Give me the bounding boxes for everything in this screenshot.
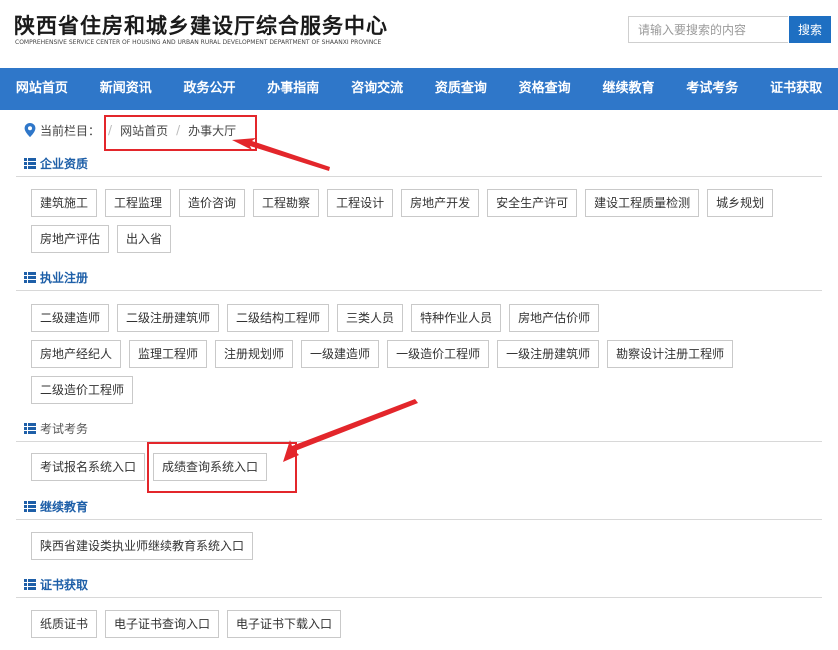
link-first-class-constructor[interactable]: 一级建造师 [301, 340, 380, 368]
annotation-highlight-box [104, 115, 257, 151]
main-nav: 网站首页 新闻资讯 政务公开 办事指南 咨询交流 资质查询 资格查询 继续教育 … [0, 68, 838, 110]
section-title-continuing-education: 继续教育 [24, 497, 88, 515]
nav-exams[interactable]: 考试考务 [670, 68, 754, 110]
section-title-label: 执业注册 [40, 270, 89, 285]
link-cost-consulting[interactable]: 造价咨询 [179, 189, 246, 217]
tag-row: 房地产评估 出入省 [31, 225, 172, 253]
section-title-label: 继续教育 [40, 499, 89, 514]
link-exam-registration[interactable]: 考试报名系统入口 [31, 453, 146, 481]
section-divider [16, 519, 822, 520]
tag-row: 二级造价工程师 [31, 376, 134, 404]
link-province-transfer[interactable]: 出入省 [117, 225, 172, 253]
list-icon [24, 422, 36, 434]
link-supervision-engineer[interactable]: 监理工程师 [129, 340, 208, 368]
link-real-estate-appraisal[interactable]: 房地产评估 [31, 225, 110, 253]
section-title-label: 企业资质 [40, 156, 89, 171]
link-second-class-constructor[interactable]: 二级建造师 [31, 304, 110, 332]
section-title-label: 证书获取 [40, 577, 89, 592]
nav-continuing-education[interactable]: 继续教育 [587, 68, 671, 110]
link-engineering-design[interactable]: 工程设计 [327, 189, 394, 217]
search-input[interactable] [628, 16, 788, 43]
search-button[interactable]: 搜索 [789, 16, 831, 43]
nav-home[interactable]: 网站首页 [0, 68, 84, 110]
link-engineering-supervision[interactable]: 工程监理 [105, 189, 172, 217]
nav-qualification-query[interactable]: 资质查询 [419, 68, 503, 110]
section-divider [16, 441, 822, 442]
location-pin-icon [24, 123, 36, 137]
link-second-class-structural-engineer[interactable]: 二级结构工程师 [227, 304, 330, 332]
annotation-arrow [283, 399, 418, 462]
list-icon [24, 271, 36, 283]
link-construction[interactable]: 建筑施工 [31, 189, 98, 217]
site-title: 陕西省住房和城乡建设厅综合服务中心 [14, 13, 388, 38]
site-header: 陕西省住房和城乡建设厅综合服务中心 COMPREHENSIVE SERVICE … [0, 0, 838, 68]
section-title-certificates: 证书获取 [24, 575, 88, 593]
link-real-estate-broker[interactable]: 房地产经纪人 [31, 340, 122, 368]
link-second-class-architect[interactable]: 二级注册建筑师 [117, 304, 220, 332]
link-real-estate-appraiser[interactable]: 房地产估价师 [509, 304, 600, 332]
link-special-operations-personnel[interactable]: 特种作业人员 [411, 304, 502, 332]
nav-certificates[interactable]: 证书获取 [754, 68, 838, 110]
breadcrumb-label: 当前栏目： [40, 123, 101, 138]
section-divider [16, 176, 822, 177]
nav-service-guide[interactable]: 办事指南 [251, 68, 335, 110]
link-real-estate-development[interactable]: 房地产开发 [401, 189, 480, 217]
list-icon [24, 578, 36, 590]
nav-gov-affairs[interactable]: 政务公开 [168, 68, 252, 110]
section-title-enterprise-qualification: 企业资质 [24, 154, 88, 172]
nav-consult[interactable]: 咨询交流 [335, 68, 419, 110]
tag-row: 二级建造师 二级注册建筑师 二级结构工程师 三类人员 特种作业人员 房地产估价师 [31, 304, 600, 332]
list-icon [24, 157, 36, 169]
link-quality-inspection[interactable]: 建设工程质量检测 [585, 189, 700, 217]
link-continuing-education-system[interactable]: 陕西省建设类执业师继续教育系统入口 [31, 532, 254, 560]
link-survey-design-engineer[interactable]: 勘察设计注册工程师 [607, 340, 734, 368]
tag-row: 纸质证书 电子证书查询入口 电子证书下载入口 [31, 610, 342, 638]
annotation-highlight-box [147, 442, 297, 493]
nav-news[interactable]: 新闻资讯 [84, 68, 168, 110]
link-urban-rural-planning[interactable]: 城乡规划 [707, 189, 774, 217]
link-registered-planner[interactable]: 注册规划师 [215, 340, 294, 368]
tag-row: 建筑施工 工程监理 造价咨询 工程勘察 工程设计 房地产开发 安全生产许可 建设… [31, 189, 774, 217]
section-title-practice-registration: 执业注册 [24, 268, 88, 286]
link-safety-production-license[interactable]: 安全生产许可 [487, 189, 578, 217]
link-first-class-architect[interactable]: 一级注册建筑师 [497, 340, 600, 368]
nav-credential-query[interactable]: 资格查询 [503, 68, 587, 110]
link-engineering-survey[interactable]: 工程勘察 [253, 189, 320, 217]
section-title-label: 考试考务 [40, 421, 89, 436]
link-paper-certificate[interactable]: 纸质证书 [31, 610, 98, 638]
site-subtitle: COMPREHENSIVE SERVICE CENTER OF HOUSING … [15, 39, 382, 46]
section-divider [16, 597, 822, 598]
tag-row: 房地产经纪人 监理工程师 注册规划师 一级建造师 一级造价工程师 一级注册建筑师… [31, 340, 734, 368]
link-second-class-cost-engineer[interactable]: 二级造价工程师 [31, 376, 134, 404]
list-icon [24, 500, 36, 512]
section-divider [16, 290, 822, 291]
link-e-certificate-query[interactable]: 电子证书查询入口 [105, 610, 220, 638]
link-three-types-personnel[interactable]: 三类人员 [337, 304, 404, 332]
tag-row: 陕西省建设类执业师继续教育系统入口 [31, 532, 254, 560]
link-first-class-cost-engineer[interactable]: 一级造价工程师 [387, 340, 490, 368]
section-title-exams: 考试考务 [24, 419, 88, 437]
link-e-certificate-download[interactable]: 电子证书下载入口 [227, 610, 342, 638]
